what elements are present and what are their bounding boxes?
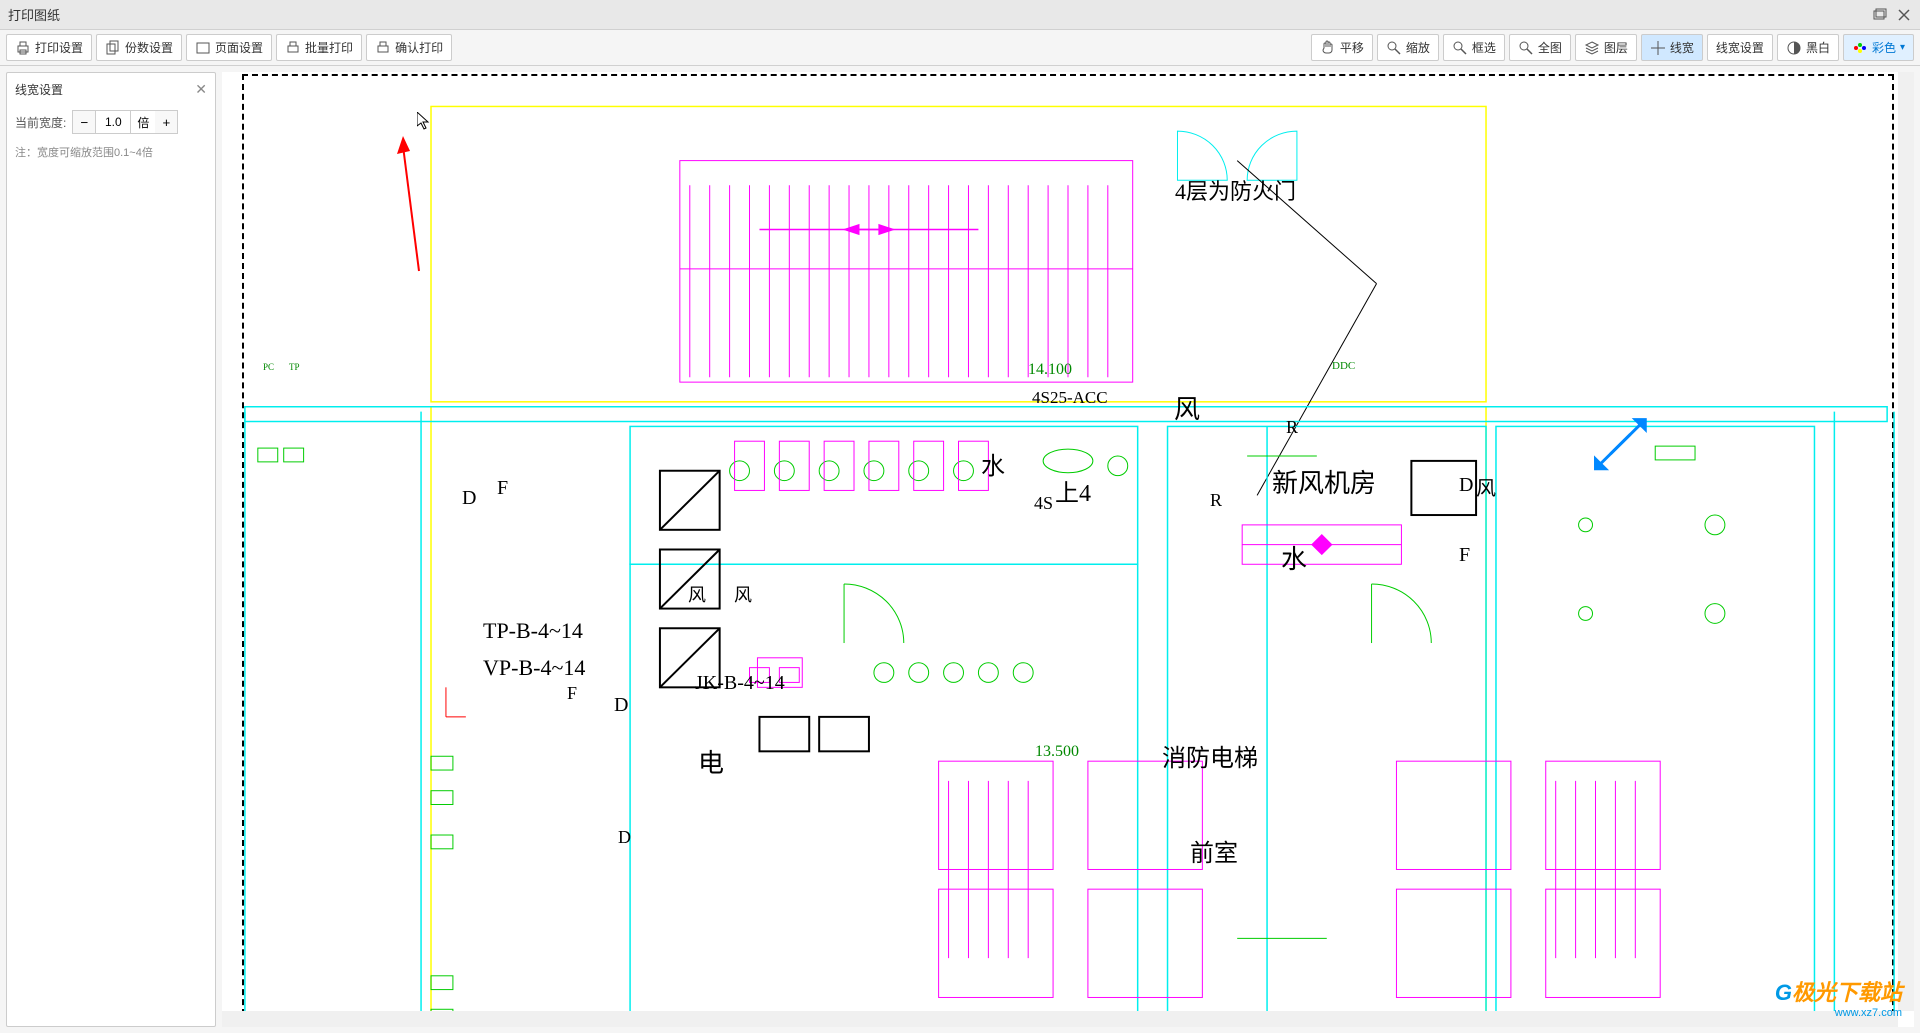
copy-settings-button[interactable]: 份数设置	[96, 34, 182, 61]
watermark-url: www.xz7.com	[1775, 1007, 1902, 1019]
hand-icon	[1320, 40, 1336, 56]
toolbar-label: 打印设置	[35, 39, 83, 56]
f3-label: F	[1459, 544, 1470, 567]
line-width-button[interactable]: 线宽	[1641, 34, 1703, 61]
unit-label: 倍	[131, 114, 155, 131]
dim-label: 14.100	[1028, 361, 1072, 379]
box-select-button[interactable]: 框选	[1443, 34, 1505, 61]
confirm-icon	[375, 40, 391, 56]
drawing-canvas[interactable]: 4层为防火门 14.100 4S25-ACC 风 水 上4 4S 新风机房 R …	[222, 72, 1914, 1027]
line-width-panel: 线宽设置 ✕ 当前宽度: − 倍 + 注：宽度可缩放范围0.1~4倍	[6, 72, 216, 1027]
pan-button[interactable]: 平移	[1311, 34, 1373, 61]
toolbar-label: 框选	[1472, 39, 1496, 56]
f2-label: F	[567, 683, 577, 704]
bw-button[interactable]: 黑白	[1777, 34, 1839, 61]
copies-icon	[105, 40, 121, 56]
magnifier-full-icon	[1518, 40, 1534, 56]
up4-label: 上4	[1055, 473, 1091, 508]
wind-label: 风	[1174, 389, 1200, 426]
wind2-label: 风	[688, 581, 706, 607]
watermark: G极光下载站 www.xz7.com	[1775, 975, 1902, 1019]
watermark-logo: G	[1775, 980, 1792, 1005]
page-settings-button[interactable]: 页面设置	[186, 34, 272, 61]
vp-label: VP-B-4~14	[483, 655, 585, 681]
maximize-icon[interactable]	[1872, 7, 1888, 23]
color-button[interactable]: 彩色 ▾	[1843, 34, 1914, 61]
panel-title: 线宽设置	[15, 81, 63, 98]
magnifier-box-icon	[1452, 40, 1468, 56]
d1-label: D	[462, 487, 476, 510]
d4-label: D	[1459, 474, 1473, 497]
current-width-label: 当前宽度:	[15, 114, 66, 131]
s4-label: 4S	[1034, 493, 1053, 514]
toolbar-label: 全图	[1538, 39, 1562, 56]
r2-label: R	[1210, 490, 1222, 511]
confirm-print-button[interactable]: 确认打印	[366, 34, 452, 61]
batch-icon	[285, 40, 301, 56]
titlebar: 打印图纸	[0, 0, 1920, 30]
ddc-label: DDC	[1332, 360, 1355, 372]
width-note: 注：宽度可缩放范围0.1~4倍	[15, 144, 207, 160]
window-title: 打印图纸	[8, 5, 1872, 24]
cad-drawing	[222, 72, 1914, 1027]
d2-label: D	[614, 694, 628, 717]
toolbar-label: 图层	[1604, 39, 1628, 56]
minus-button[interactable]: −	[73, 111, 95, 133]
toolbar-label: 线宽	[1670, 39, 1694, 56]
close-icon[interactable]: ✕	[195, 81, 207, 98]
water-label: 水	[981, 446, 1005, 481]
electric-label: 电	[698, 743, 724, 780]
water2-label: 水	[1281, 539, 1307, 576]
batch-print-button[interactable]: 批量打印	[276, 34, 362, 61]
toolbar-label: 份数设置	[125, 39, 173, 56]
plus-button[interactable]: +	[155, 111, 177, 133]
dim2-label: 13.500	[1035, 743, 1079, 761]
close-icon[interactable]	[1896, 7, 1912, 23]
toolbar-label: 确认打印	[395, 39, 443, 56]
f1-label: F	[497, 477, 508, 500]
vertical-scrollbar[interactable]	[1898, 72, 1914, 1011]
printer-icon	[15, 40, 31, 56]
bw-icon	[1786, 40, 1802, 56]
layers-button[interactable]: 图层	[1575, 34, 1637, 61]
d3-label: D	[618, 827, 631, 848]
fire-elevator-label: 消防电梯	[1162, 738, 1258, 773]
toolbar-label: 线宽设置	[1716, 39, 1764, 56]
width-input[interactable]	[95, 111, 131, 133]
fire-door-label: 4层为防火门	[1175, 174, 1296, 206]
chevron-down-icon: ▾	[1900, 42, 1905, 53]
zoom-button[interactable]: 缩放	[1377, 34, 1439, 61]
tp-label: TP-B-4~14	[483, 618, 583, 644]
page-icon	[195, 40, 211, 56]
toolbar-label: 页面设置	[215, 39, 263, 56]
r1-label: R	[1286, 417, 1298, 438]
jk-label: JK-B-4~14	[695, 672, 785, 695]
toolbar-label: 批量打印	[305, 39, 353, 56]
annotation-arrow-icon	[397, 136, 427, 276]
magnifier-icon	[1386, 40, 1402, 56]
pc-label: PC	[263, 362, 274, 372]
toolbar-label: 黑白	[1806, 39, 1830, 56]
wind5-label: 风	[1476, 472, 1496, 501]
palette-icon	[1852, 40, 1868, 56]
watermark-text: 极光下载站	[1792, 980, 1902, 1005]
cursor-icon	[417, 112, 431, 130]
wind3-label: 风	[734, 581, 752, 607]
toolbar-label: 平移	[1340, 39, 1364, 56]
layers-icon	[1584, 40, 1600, 56]
crosshair-icon	[1650, 40, 1666, 56]
full-view-button[interactable]: 全图	[1509, 34, 1571, 61]
toolbar-label: 缩放	[1406, 39, 1430, 56]
toolbar-label: 彩色	[1872, 39, 1896, 56]
width-stepper[interactable]: − 倍 +	[72, 110, 178, 134]
toolbar: 打印设置 份数设置 页面设置 批量打印 确认打印 平移	[0, 30, 1920, 66]
tp-mini-label: TP	[289, 362, 300, 372]
front-room-label: 前室	[1190, 833, 1238, 868]
horizontal-scrollbar[interactable]	[222, 1011, 1898, 1027]
acc-label: 4S25-ACC	[1032, 388, 1108, 408]
print-settings-button[interactable]: 打印设置	[6, 34, 92, 61]
line-width-settings-button[interactable]: 线宽设置	[1707, 34, 1773, 61]
fresh-air-room-label: 新风机房	[1272, 463, 1376, 500]
